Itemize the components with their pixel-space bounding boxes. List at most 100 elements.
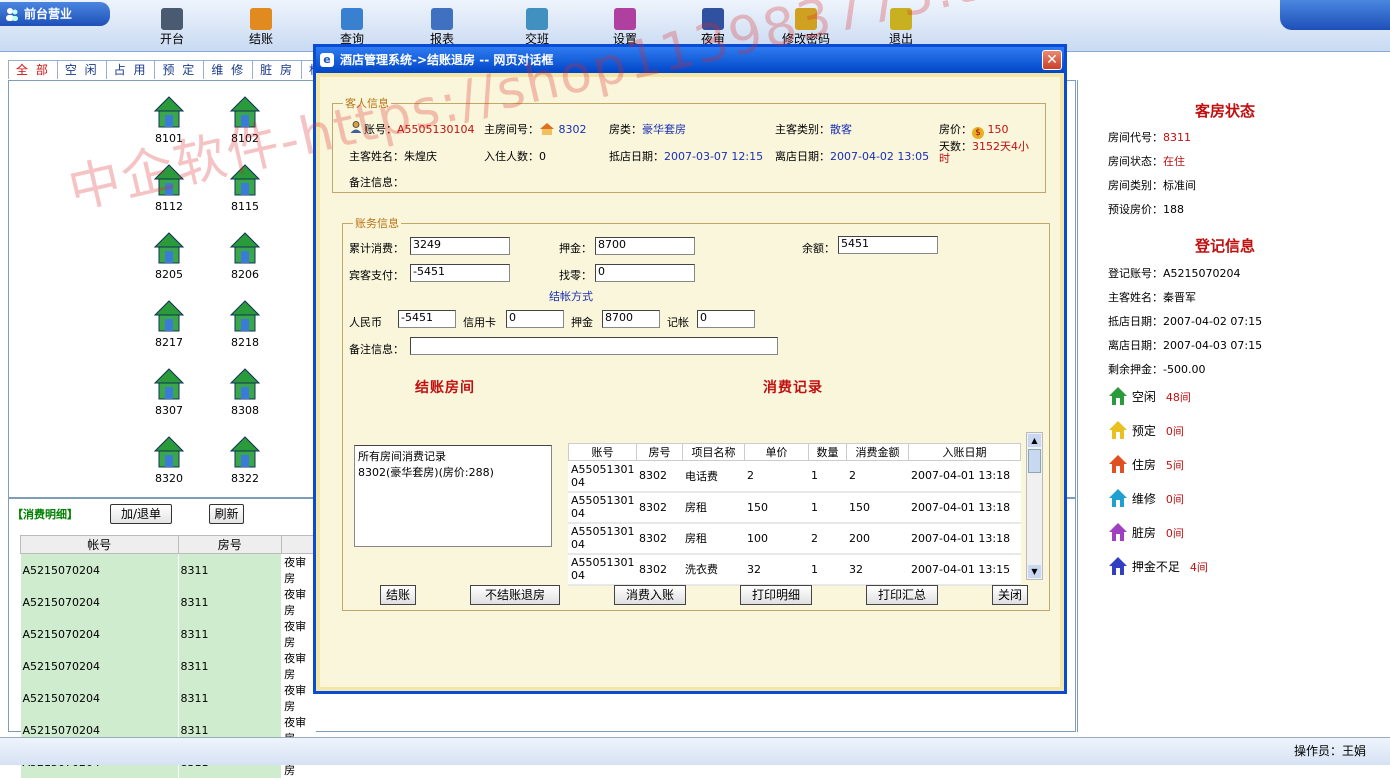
table-row[interactable]: A52150702048311夜审房 [20,553,316,586]
toolbar-button-5[interactable]: 设置 [600,8,650,47]
change-input[interactable]: 0 [595,264,695,282]
room-tile[interactable]: 8112 [143,163,195,213]
list-item[interactable]: 所有房间消费记录 [358,448,548,464]
table-cell: 房租 [682,522,745,555]
remark2-input[interactable] [410,337,778,355]
checkout-room-list[interactable]: 所有房间消费记录 8302(豪华套房)(房价:288) [354,445,552,547]
col-extra[interactable] [281,535,316,554]
column-header[interactable]: 账号 [568,443,637,461]
table-cell: 8302 [636,460,683,493]
room-tile[interactable]: 8205 [143,231,195,281]
room-tile[interactable]: 8307 [143,367,195,417]
room-tile[interactable]: 8322 [219,435,271,485]
house-icon [540,123,554,135]
checkout-icon [250,8,272,30]
toolbar-button-2[interactable]: 查询 [327,8,377,47]
column-header[interactable]: 单价 [744,443,809,461]
column-header[interactable]: 项目名称 [682,443,745,461]
room-tile[interactable]: 8320 [143,435,195,485]
tab-5[interactable]: 脏 房 [252,60,302,79]
room-number: 8217 [155,336,183,349]
arrive-label: 抵店日期： [609,150,664,163]
total-label: 累计消费： [349,242,404,255]
guest-type-field: 主客类别：散客 [775,121,852,137]
room-tile[interactable]: 8217 [143,299,195,349]
tab-3[interactable]: 预 定 [154,60,205,79]
table-row[interactable]: A5505130104 8302 洗衣费 32 1 32 2007-04-01 13:15 [568,553,1021,586]
balance-input[interactable]: 5451 [838,236,938,254]
table-row[interactable]: A52150702048311夜审房 [20,682,316,714]
guest-value: 秦晋军 [1163,291,1196,304]
total-input[interactable]: 3249 [410,237,510,255]
column-header[interactable]: 消费金额 [846,443,909,461]
table-row[interactable]: A52150702048311夜审房 [20,586,316,618]
tab-2[interactable]: 占 用 [105,60,156,79]
col-room[interactable]: 房号 [177,535,283,554]
leave-without-checkout-button[interactable]: 不结账退房 [470,585,560,605]
table-row[interactable]: A52150702048311夜审房 [20,618,316,650]
scroll-up-icon[interactable]: ▲ [1028,434,1041,447]
main-room-field: 主房间号： 8302 [484,121,587,137]
print-summary-button[interactable]: 打印汇总 [866,585,938,605]
table-scrollbar[interactable]: ▲ ▼ [1026,432,1043,580]
ie-icon: e [320,53,334,67]
col-account[interactable]: 帐号 [20,535,179,554]
room-tile[interactable]: 8206 [219,231,271,281]
column-header[interactable]: 数量 [808,443,847,461]
print-detail-button[interactable]: 打印明细 [740,585,812,605]
toolbar-button-3[interactable]: 报表 [417,8,467,47]
table-row[interactable]: A52150702048311夜审房 [20,650,316,682]
table-cell: 8302 [636,491,683,524]
room-tile[interactable]: 8102 [219,95,271,145]
column-header[interactable]: 入账日期 [908,443,1021,461]
tab-0[interactable]: 全 部 [8,60,58,79]
payment-method-title: 结帐方式 [549,290,593,303]
toolbar-button-1[interactable]: 结账 [236,8,286,47]
column-header[interactable]: 房号 [636,443,683,461]
scroll-thumb[interactable] [1028,449,1041,473]
toolbar-button-8[interactable]: 退出 [876,8,926,47]
people-field: 入住人数：0 [484,148,546,164]
tab-4[interactable]: 维 修 [203,60,254,79]
room-type-value: 豪华套房 [642,123,686,136]
toolbar-button-0[interactable]: 开台 [147,8,197,47]
close-icon[interactable]: ✕ [1042,50,1062,70]
card-label: 信用卡 [463,316,496,329]
scroll-down-icon[interactable]: ▼ [1028,565,1041,578]
rmb-input[interactable]: -5451 [398,310,456,328]
table-cell: 夜审房 [281,650,316,682]
add-return-button[interactable]: 加/退单 [110,504,172,524]
checkout-button[interactable]: 结账 [380,585,416,605]
toolbar-button-4[interactable]: 交班 [512,8,562,47]
close-button[interactable]: 关闭 [992,585,1028,605]
pay-input[interactable]: -5451 [410,264,510,282]
toolbar-button-6[interactable]: 夜审 [688,8,738,47]
table-cell: A5505130104 [568,491,637,524]
toolbar-button-7[interactable]: 修改密码 [781,8,831,47]
room-tile[interactable]: 8101 [143,95,195,145]
table-row[interactable]: A5505130104 8302 房租 150 1 150 2007-04-01 13:18 [568,491,1021,524]
card-input[interactable]: 0 [506,310,564,328]
table-row[interactable]: A5505130104 8302 电话费 2 1 2 2007-04-01 13:18 [568,460,1021,493]
deposit-input[interactable]: 8700 [595,237,695,255]
post-consumption-button[interactable]: 消费入账 [614,585,686,605]
room-tile[interactable]: 8115 [219,163,271,213]
dialog-titlebar[interactable]: e 酒店管理系统->结账退房 -- 网页对话框 ✕ [316,47,1064,73]
room-code-label: 房间代号： [1108,131,1163,144]
refresh-button[interactable]: 刷新 [209,504,244,524]
operator-label: 操作员：王娟 [1293,744,1366,758]
account-value: A5505130104 [397,123,475,136]
tab-1[interactable]: 空 闲 [56,60,107,79]
legend-count: 0间 [1165,425,1184,438]
room-tile[interactable]: 8218 [219,299,271,349]
room-tile[interactable]: 8308 [219,367,271,417]
dep2-input[interactable]: 8700 [602,310,660,328]
room-type-label: 房间类别： [1108,179,1163,192]
table-cell: 8302 [636,553,683,586]
preset-price-label: 预设房价： [1108,203,1163,216]
table-row[interactable]: A5505130104 8302 房租 100 2 200 2007-04-01 13:18 [568,522,1021,555]
room-state-row: 房间状态：在住 [1108,153,1185,169]
list-item[interactable]: 8302(豪华套房)(房价:288) [358,464,548,480]
days-field: 天数：3152天4小时 [939,141,1039,165]
credit-input[interactable]: 0 [697,310,755,328]
